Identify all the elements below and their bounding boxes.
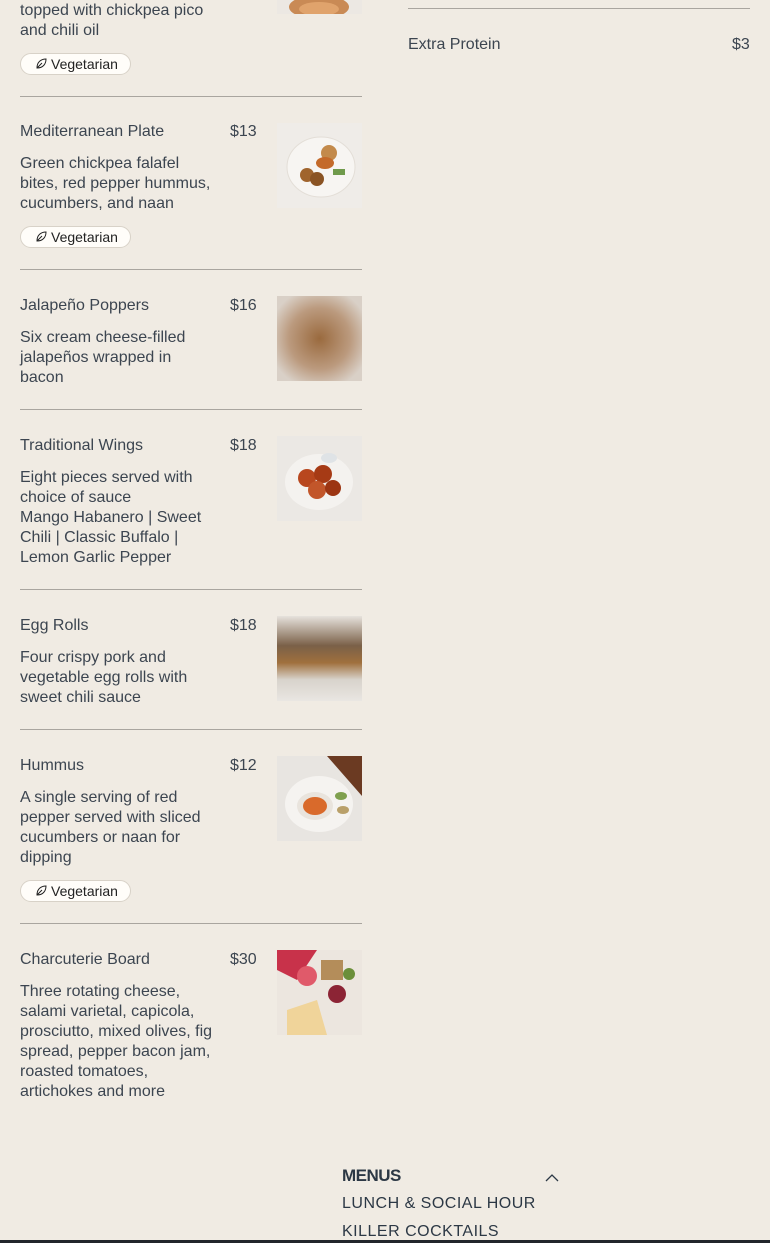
item-divider — [20, 589, 362, 590]
item-price: $16 — [230, 297, 257, 314]
item-photo — [277, 756, 362, 841]
item-name: Traditional Wings — [20, 437, 144, 454]
vegetarian-tag: Vegetarian — [20, 53, 131, 75]
chevron-up-icon[interactable] — [545, 1170, 559, 1182]
item-name: Egg Rolls — [20, 617, 89, 634]
addons-divider — [408, 8, 750, 9]
item-description: Six cream cheese-filled jalapeños wrappe… — [20, 329, 186, 386]
item-photo — [277, 950, 362, 1035]
item-price: $12 — [230, 757, 257, 774]
item-price: $13 — [230, 123, 257, 140]
vegetarian-tag: Vegetarian — [20, 880, 131, 902]
tag-label: Vegetarian — [51, 229, 118, 245]
item-price: $18 — [230, 437, 257, 454]
item-photo — [277, 436, 362, 521]
item-description: Three rotating cheese, salami varietal, … — [20, 983, 213, 1100]
tag-label: Vegetarian — [51, 56, 118, 72]
item-name: Hummus — [20, 757, 85, 774]
item-photo — [277, 296, 362, 381]
item-description: Green chickpea falafel bites, red pepper… — [20, 155, 211, 212]
item-divider — [20, 409, 362, 410]
item-divider — [20, 269, 362, 270]
item-photo — [277, 0, 362, 14]
item-name: Charcuterie Board — [20, 951, 150, 968]
item-photo — [277, 123, 362, 208]
addon-price: $3 — [732, 36, 750, 53]
footer-link-lunch[interactable]: LUNCH & SOCIAL HOUR — [342, 1195, 536, 1213]
item-description: Four crispy pork and vegetable egg rolls… — [20, 649, 188, 706]
item-divider — [20, 729, 362, 730]
addon-name: Extra Protein — [408, 36, 501, 53]
item-description: A single serving of red pepper served wi… — [20, 789, 201, 866]
item-price: $18 — [230, 617, 257, 634]
vegetarian-tag: Vegetarian — [20, 226, 131, 248]
tag-label: Vegetarian — [51, 883, 118, 899]
item-divider — [20, 923, 362, 924]
item-photo — [277, 616, 362, 701]
item-price: $30 — [230, 951, 257, 968]
item-sauce-options: Mango Habanero | Sweet Chili | Classic B… — [20, 509, 202, 566]
leaf-icon — [35, 55, 47, 69]
item-divider — [20, 96, 362, 97]
footer-link-cocktails[interactable]: KILLER COCKTAILS — [342, 1223, 499, 1241]
item-name: Jalapeño Poppers — [20, 297, 149, 314]
leaf-icon — [35, 882, 47, 896]
item-description: topped with chickpea pico and chili oil — [20, 2, 204, 39]
item-name: Mediterranean Plate — [20, 123, 165, 140]
leaf-icon — [35, 228, 47, 242]
footer-menus-heading[interactable]: MENUS — [342, 1166, 401, 1186]
item-description: Eight pieces served with choice of sauce — [20, 469, 193, 506]
